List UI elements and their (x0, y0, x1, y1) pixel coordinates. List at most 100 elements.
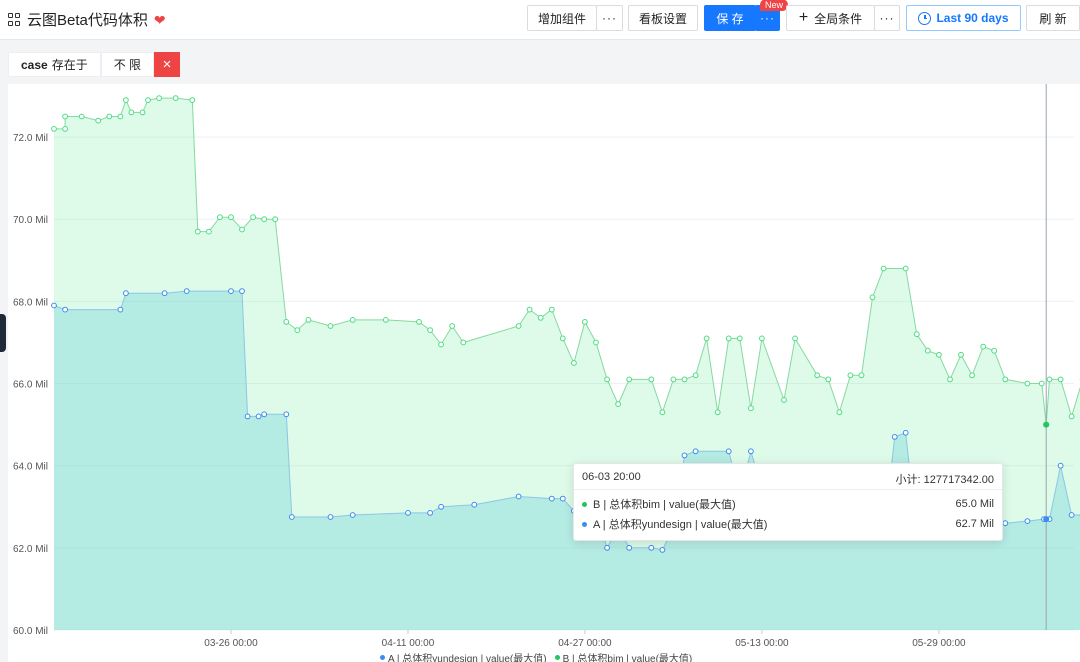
dashboard-title-group: 云图Beta代码体积 ❤ (8, 9, 166, 30)
series-a-dot-icon (582, 521, 587, 527)
series-a-point (748, 448, 754, 455)
clock-icon (918, 11, 932, 25)
series-a-point (261, 411, 268, 418)
y-tick-label: 66.0 Mil (13, 380, 48, 391)
x-tick-label: 04-11 00:00 (382, 638, 435, 649)
series-b-point (714, 409, 721, 416)
series-b-point (814, 372, 821, 379)
series-b-point (659, 409, 666, 416)
series-b-point (947, 376, 953, 383)
series-a-point (283, 411, 290, 418)
close-icon[interactable]: × (154, 52, 181, 77)
y-tick-label: 72.0 Mil (13, 133, 48, 144)
chart-tooltip: 06-03 20:00 小计: 127717342.00 B | 总体积bim … (573, 463, 1003, 541)
heart-icon[interactable]: ❤ (154, 13, 166, 27)
filter-condition[interactable]: case 存在于 (8, 52, 101, 77)
add-widget-button[interactable]: 增加组件 (527, 5, 597, 31)
series-a-point (405, 510, 411, 516)
top-toolbar: 云图Beta代码体积 ❤ 增加组件 ··· 看板设置 保 存 ··· New +… (0, 0, 1080, 40)
series-b-point (858, 372, 865, 379)
grid-icon[interactable] (8, 13, 21, 26)
series-b-point (145, 97, 151, 104)
series-b-point (123, 97, 129, 104)
legend-item-a[interactable]: A | 总体积yundesign | value(最大值) (380, 650, 547, 662)
series-b-point (250, 214, 257, 221)
series-b-point (571, 360, 577, 366)
series-a-point (681, 452, 688, 459)
series-b-point (449, 323, 456, 329)
y-tick-label: 62.0 Mil (13, 544, 48, 555)
series-a-point (559, 495, 566, 502)
tooltip-row: B | 总体积bim | value(最大值) 65.0 Mil (582, 496, 994, 512)
series-b-point (825, 376, 832, 383)
series-b-point (515, 323, 522, 329)
series-b-point (847, 372, 854, 379)
date-range-picker[interactable]: Last 90 days (906, 5, 1021, 31)
series-b-point (78, 113, 85, 120)
filter-field: case (21, 57, 48, 72)
series-b-point (460, 339, 467, 346)
series-b-point (217, 214, 223, 221)
series-b-point (189, 97, 196, 104)
series-b-point (261, 216, 268, 223)
tooltip-header: 06-03 20:00 小计: 127717342.00 (582, 471, 994, 487)
series-b-point (1057, 376, 1064, 383)
series-a-point (1024, 518, 1031, 525)
series-b-point (703, 335, 710, 342)
chart-legend: A | 总体积yundesign | value(最大值) B | 总体积bim… (380, 650, 692, 662)
area-chart[interactable]: 60.0 Mil 62.0 Mil 64.0 Mil 66.0 Mil 68.0 Mil… (8, 84, 1080, 662)
series-b-point (648, 376, 655, 383)
series-a-point (255, 413, 262, 420)
series-b-point (980, 343, 987, 350)
series-b-point (128, 109, 135, 116)
series-b-point (438, 341, 445, 348)
series-b-point (62, 113, 68, 120)
series-a-point (659, 547, 666, 553)
global-conditions-more-button[interactable]: ··· (874, 5, 900, 31)
series-a-point (427, 510, 434, 516)
series-a-point (228, 288, 234, 295)
legend-dot-icon (380, 655, 385, 660)
series-a-point (161, 290, 168, 297)
series-b-point (626, 376, 633, 383)
y-tick-label: 60.0 Mil (13, 626, 48, 637)
new-badge: New (760, 0, 789, 11)
tooltip-subtotal: 小计: 127717342.00 (895, 474, 994, 486)
series-b-point (305, 317, 312, 323)
global-conditions-button[interactable]: + 全局条件 (786, 5, 875, 31)
tooltip-row: A | 总体积yundesign | value(最大值) 62.7 Mil (582, 516, 994, 532)
series-b-point (958, 351, 964, 358)
series-b-point (172, 95, 179, 102)
series-b-point (869, 294, 876, 301)
board-settings-button[interactable]: 看板设置 (628, 5, 698, 31)
series-b-point (416, 319, 422, 325)
series-a-point (902, 429, 909, 436)
series-a-point (183, 288, 190, 295)
series-b-point (559, 335, 566, 342)
series-a-point (648, 544, 655, 551)
highlight-point-a (1043, 516, 1050, 523)
tooltip-divider (574, 489, 1002, 490)
add-widget-more-button[interactable]: ··· (596, 5, 623, 31)
tooltip-row-label: A | 总体积yundesign | value(最大值) (593, 519, 768, 531)
filter-value-select[interactable]: 不 限 (100, 52, 155, 77)
series-b-point (725, 335, 732, 342)
side-drawer-handle[interactable] (0, 314, 6, 352)
dashboard-root: 云图Beta代码体积 ❤ 增加组件 ··· 看板设置 保 存 ··· New +… (0, 0, 1080, 662)
series-a-point (548, 495, 555, 502)
y-tick-label: 70.0 Mil (13, 215, 48, 226)
save-button[interactable]: 保 存 (704, 5, 756, 31)
series-b-point (1038, 380, 1045, 387)
series-a-point (244, 413, 251, 420)
series-b-point (194, 228, 201, 235)
series-b-dot-icon (582, 501, 587, 507)
series-a-point (891, 434, 898, 440)
series-a-point (239, 288, 245, 295)
series-a-point (626, 544, 633, 551)
refresh-button[interactable]: 刷 新 (1026, 5, 1080, 31)
series-b-point (272, 216, 279, 223)
legend-item-b[interactable]: B | 总体积bim | value(最大值) (554, 650, 692, 662)
series-b-point (117, 113, 124, 120)
series-a-point (349, 512, 356, 518)
series-b-point (615, 401, 621, 408)
